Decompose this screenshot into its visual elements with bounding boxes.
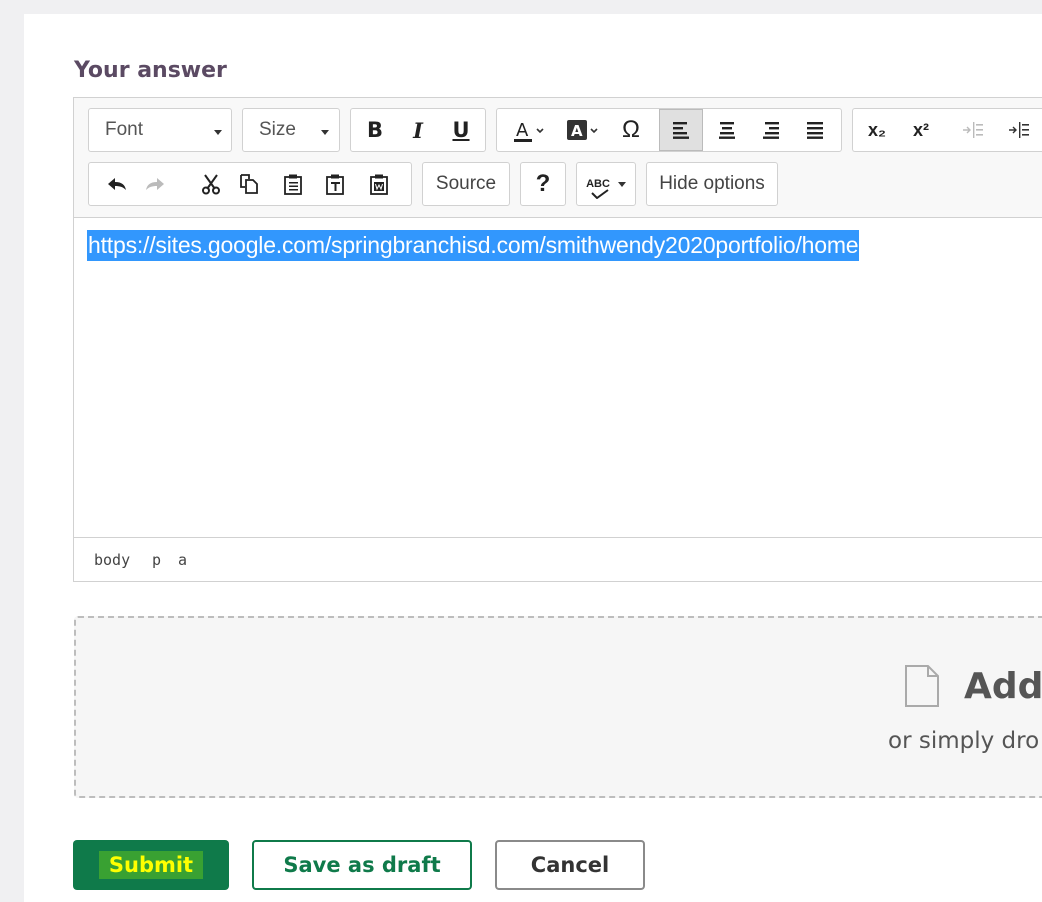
increase-indent-button[interactable]: [999, 109, 1039, 151]
source-button[interactable]: Source: [422, 162, 510, 206]
align-justify-button[interactable]: [795, 109, 835, 151]
save-draft-button[interactable]: Save as draft: [252, 840, 472, 890]
undo-button[interactable]: [97, 163, 137, 205]
paste-text-button[interactable]: [315, 163, 355, 205]
text-color-icon: A: [514, 120, 544, 142]
basic-styles-group: B I U: [350, 108, 486, 152]
redo-button[interactable]: [135, 163, 175, 205]
element-path-bar: body p a: [74, 537, 1042, 581]
text-color-button[interactable]: A: [503, 109, 553, 151]
italic-button[interactable]: I: [398, 109, 438, 151]
selected-link[interactable]: https://sites.google.com/springbranchisd…: [87, 230, 860, 261]
color-align-group: A A Ω: [496, 108, 842, 152]
file-icon: [905, 665, 939, 707]
editor-content[interactable]: https://sites.google.com/springbranchisd…: [74, 218, 1042, 538]
cut-button[interactable]: [191, 163, 231, 205]
superscript-button[interactable]: x²: [901, 109, 941, 151]
size-dropdown-label: Size: [259, 119, 296, 140]
bold-button[interactable]: B: [355, 109, 395, 151]
special-char-button[interactable]: Ω: [611, 109, 651, 151]
editor-toolbar: Font Size B I U A A Ω x₂ x² Source ? ABC…: [74, 98, 1042, 218]
path-p[interactable]: p: [152, 551, 161, 569]
copy-icon: [240, 174, 258, 194]
background-color-button[interactable]: A: [557, 109, 607, 151]
paste-word-icon: [370, 174, 388, 195]
dropzone-subtitle: or simply dro: [888, 728, 1040, 754]
page-title: Your answer: [74, 58, 227, 83]
paste-text-icon: [326, 174, 344, 195]
svg-text:A: A: [516, 120, 529, 141]
indent-icon: [1009, 122, 1029, 138]
align-left-button[interactable]: [659, 109, 703, 151]
hide-options-button[interactable]: Hide options: [646, 162, 778, 206]
paste-word-button[interactable]: [359, 163, 399, 205]
redo-icon: [146, 178, 164, 190]
spellcheck-icon: ABC: [586, 178, 610, 199]
submit-button[interactable]: Submit: [73, 840, 229, 890]
edit-group: [88, 162, 412, 206]
outdent-icon: [963, 122, 983, 138]
chevron-down-icon: [214, 130, 222, 135]
chevron-down-icon: [617, 181, 626, 187]
chevron-down-icon: [321, 130, 329, 135]
help-button[interactable]: ?: [520, 162, 566, 206]
svg-text:A: A: [571, 122, 583, 140]
undo-icon: [108, 178, 126, 190]
script-indent-group: x₂ x²: [852, 108, 1042, 152]
align-right-button[interactable]: [751, 109, 791, 151]
font-dropdown[interactable]: Font: [88, 108, 232, 152]
spellcheck-button[interactable]: ABC: [576, 162, 636, 206]
align-left-icon: [673, 122, 689, 139]
paste-button[interactable]: [273, 163, 313, 205]
cancel-button[interactable]: Cancel: [495, 840, 645, 890]
decrease-indent-button[interactable]: [953, 109, 993, 151]
rich-text-editor[interactable]: Font Size B I U A A Ω x₂ x² Source ? ABC…: [73, 97, 1042, 582]
align-right-icon: [763, 122, 779, 139]
copy-button[interactable]: [229, 163, 269, 205]
path-body[interactable]: body: [94, 551, 130, 569]
dropzone-title[interactable]: Add: [964, 666, 1042, 707]
scissors-icon: [202, 174, 220, 195]
align-center-button[interactable]: [707, 109, 747, 151]
align-center-icon: [719, 122, 735, 139]
clipboard-icon: [284, 174, 302, 195]
path-a[interactable]: a: [178, 551, 187, 569]
font-dropdown-label: Font: [105, 119, 144, 140]
check-icon: [591, 189, 609, 199]
subscript-button[interactable]: x₂: [857, 109, 897, 151]
background-color-icon: A: [567, 120, 598, 140]
size-dropdown[interactable]: Size: [242, 108, 340, 152]
underline-button[interactable]: U: [441, 109, 481, 151]
align-justify-icon: [807, 122, 823, 139]
file-dropzone[interactable]: Add or simply dro: [74, 616, 1042, 798]
submit-button-label: Submit: [98, 851, 204, 879]
